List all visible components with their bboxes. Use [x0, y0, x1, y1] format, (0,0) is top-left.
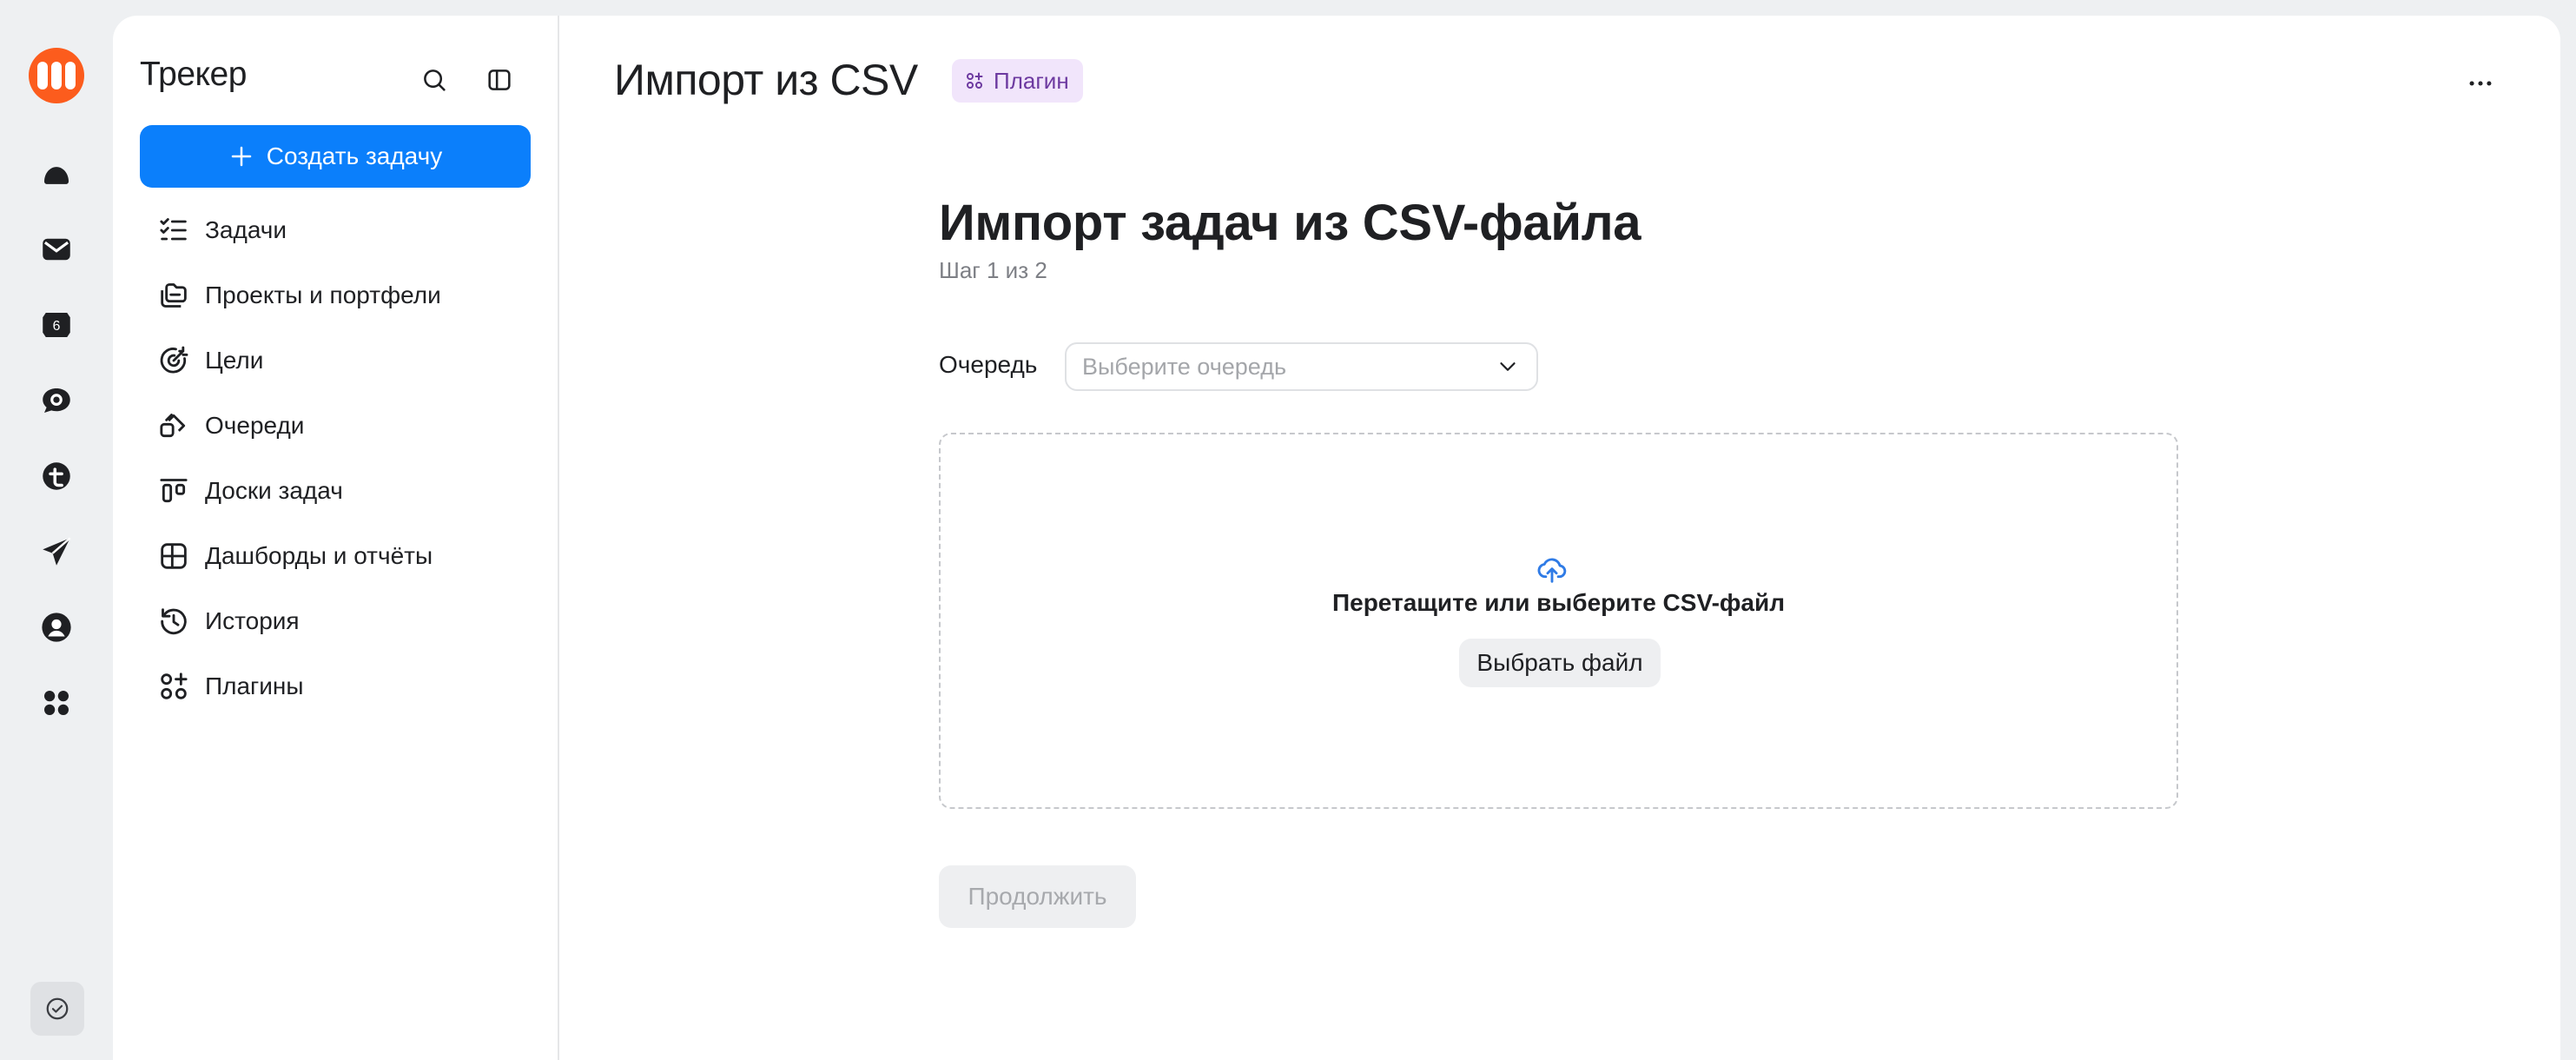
file-dropzone[interactable]: Перетащите или выберите CSV-файл Выбрать…	[939, 433, 2178, 809]
sidebar-item-projects[interactable]: Проекты и портфели	[156, 269, 521, 321]
mail-icon[interactable]	[29, 222, 84, 277]
plugin-icon	[967, 72, 983, 89]
continue-button[interactable]: Продолжить	[939, 865, 1136, 928]
sidebar-item-tasks[interactable]: Задачи	[156, 204, 521, 256]
sidebar-item-label: Дашборды и отчёты	[205, 542, 433, 569]
messenger-icon[interactable]	[29, 373, 84, 428]
sidebar-title: Трекер	[140, 56, 247, 93]
sidebar-item-boards[interactable]: Доски задач	[156, 465, 521, 517]
tasks-icon	[160, 218, 187, 241]
sidebar-item-label: Задачи	[205, 216, 287, 243]
history-icon	[161, 608, 187, 635]
sidebar-item-label: Очереди	[205, 412, 305, 439]
app-rail: 6	[0, 0, 113, 1060]
main-card: Трекер Создать задачу Задачи Проекты и п…	[113, 16, 2560, 1060]
projects-icon	[161, 283, 187, 308]
sidebar-item-dashboards[interactable]: Дашборды и отчёты	[156, 530, 521, 582]
plus-icon	[231, 146, 251, 167]
create-task-label: Создать задачу	[266, 142, 443, 169]
dropzone-text: Перетащите или выберите CSV-файл	[1332, 589, 1785, 616]
search-icon[interactable]	[415, 61, 453, 99]
boards-icon	[160, 479, 188, 503]
queues-icon	[160, 414, 186, 438]
chevron-down-icon	[1500, 362, 1516, 371]
queue-select-placeholder: Выберите очередь	[1082, 353, 1287, 380]
cloud-icon[interactable]	[29, 146, 84, 202]
queue-label: Очередь	[939, 351, 1038, 378]
plugin-badge: Плагин	[952, 59, 1083, 103]
sidebar-item-label: Плагины	[205, 672, 304, 699]
plugin-badge-label: Плагин	[994, 67, 1069, 94]
services-grid-icon[interactable]	[29, 675, 84, 731]
step-indicator: Шаг 1 из 2	[939, 257, 1047, 283]
sidebar-item-label: История	[205, 607, 300, 634]
sidebar-item-label: Цели	[205, 347, 264, 374]
upload-cloud-icon	[1535, 552, 1569, 586]
profile-icon[interactable]	[29, 600, 84, 655]
sidebar-item-plugins[interactable]: Плагины	[156, 660, 521, 712]
check-circle-icon[interactable]	[30, 982, 84, 1036]
sidebar-item-goals[interactable]: Цели	[156, 335, 521, 387]
queue-select[interactable]: Выберите очередь	[1065, 342, 1538, 391]
calendar-badge: 6	[53, 319, 61, 334]
sidebar-item-history[interactable]: История	[156, 595, 521, 647]
telemost-icon[interactable]	[29, 448, 84, 504]
sidebar-toggle-icon[interactable]	[480, 61, 519, 99]
calendar-icon[interactable]: 6	[29, 297, 84, 353]
more-options-icon[interactable]	[2461, 64, 2500, 103]
page-title: Импорт из CSV	[614, 56, 918, 104]
tracker-sidebar: Трекер Создать задачу Задачи Проекты и п…	[113, 16, 559, 1060]
sidebar-item-label: Доски задач	[205, 477, 343, 504]
goals-icon	[160, 346, 188, 374]
dashboards-icon	[161, 543, 187, 569]
yandex360-logo[interactable]	[29, 48, 84, 103]
sidebar-item-queues[interactable]: Очереди	[156, 400, 521, 452]
content-title: Импорт задач из CSV-файла	[939, 195, 1641, 251]
create-task-button[interactable]: Создать задачу	[140, 125, 531, 188]
send-icon[interactable]	[29, 524, 84, 580]
choose-file-button[interactable]: Выбрать файл	[1459, 639, 1661, 687]
sidebar-item-label: Проекты и портфели	[205, 282, 441, 308]
plugins-icon	[161, 672, 188, 699]
